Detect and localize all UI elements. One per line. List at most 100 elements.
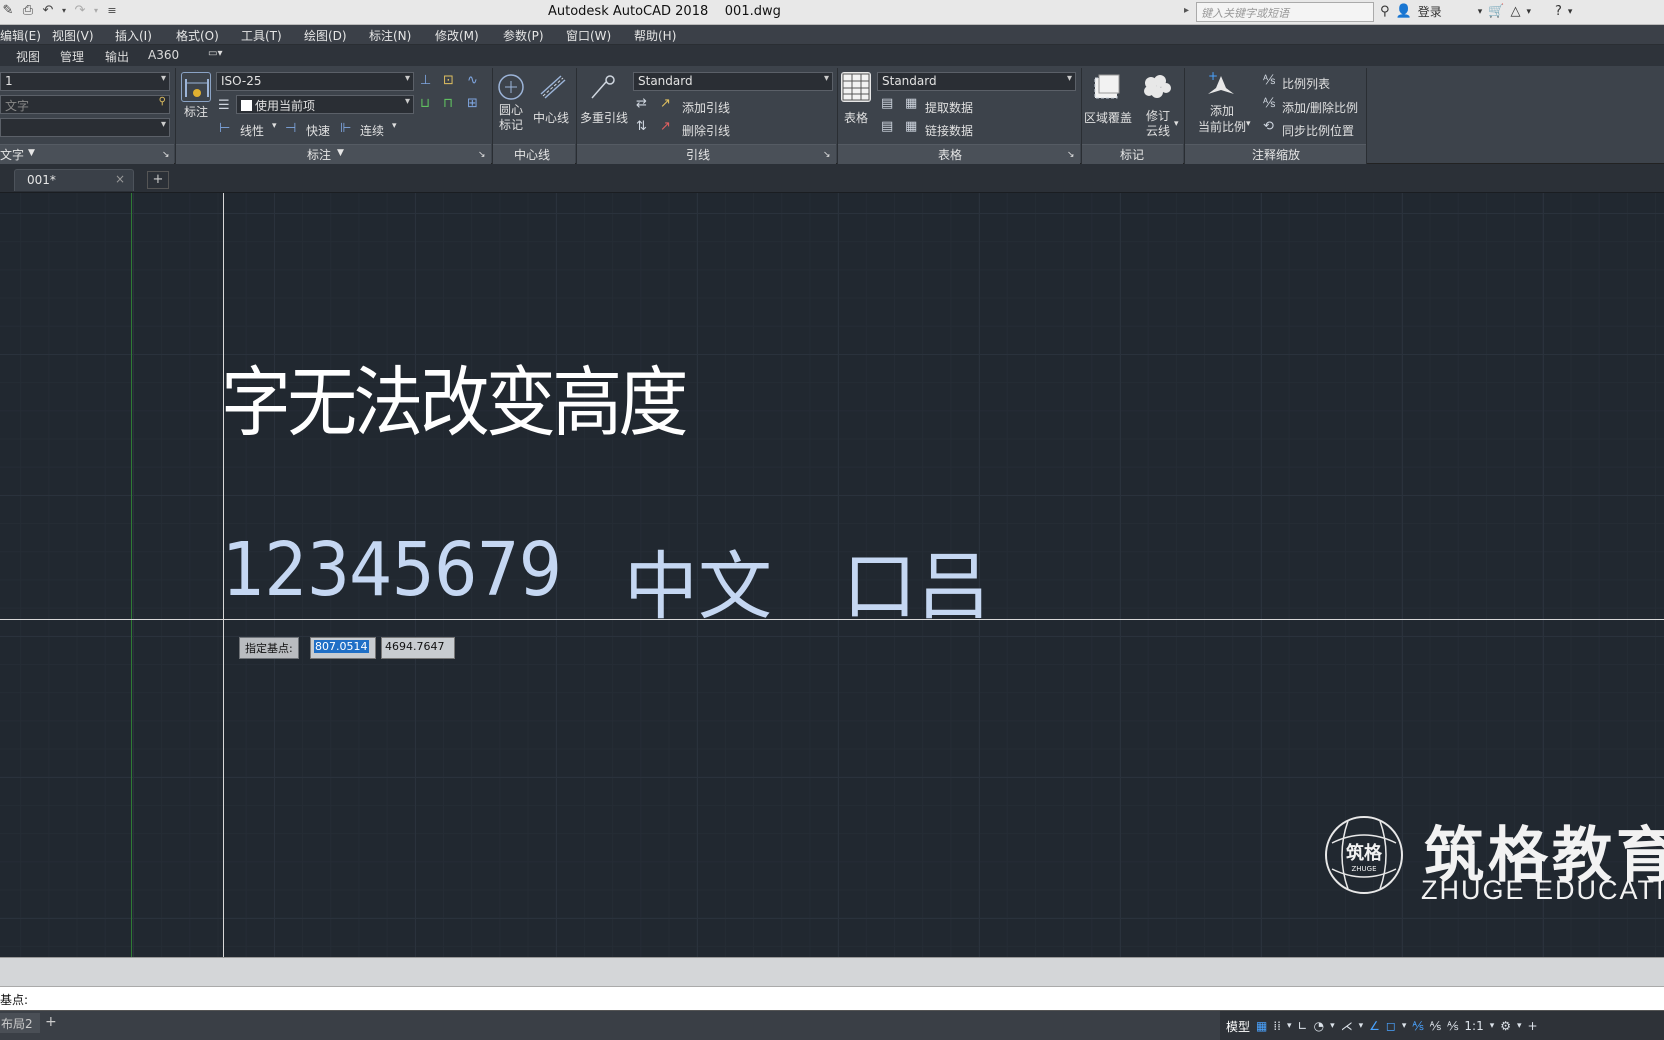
collect-leader-icon[interactable]: ⇅	[636, 120, 647, 133]
ortho-icon[interactable]: ∟	[1298, 1019, 1308, 1033]
extract-data-label[interactable]: 提取数据	[925, 99, 973, 116]
dim-style-select[interactable]: ISO-25 ▾	[216, 72, 414, 91]
dim-tool-5-icon[interactable]: ⊓	[443, 97, 453, 110]
link-data-icon[interactable]: ▦	[905, 120, 917, 133]
drawing-area[interactable]: 字无法改变高度 12345679 中文 口吕 指定基点: 807.0514 46…	[0, 193, 1664, 957]
remove-leader-icon[interactable]: ↗	[660, 120, 671, 133]
dimension-icon[interactable]	[181, 72, 211, 102]
linear-dim-label[interactable]: 线性	[240, 122, 264, 139]
menu-tools[interactable]: 工具(T)	[241, 27, 282, 44]
text-height-select[interactable]: ▾	[0, 118, 170, 137]
chevron-down-icon[interactable]: ▾	[1246, 119, 1251, 129]
ribbon-tab-view[interactable]: 视图	[16, 48, 40, 65]
add-current-scale-label[interactable]: 添加 当前比例	[1198, 103, 1246, 135]
text-panel-launcher-icon[interactable]: ↘	[162, 150, 170, 160]
markup-panel-title[interactable]: 标记	[1120, 146, 1144, 163]
centerline-label[interactable]: 中心线	[533, 109, 569, 126]
chevron-down-icon[interactable]: ▾	[1517, 1021, 1522, 1031]
menu-format[interactable]: 格式(O)	[176, 27, 219, 44]
chevron-down-icon[interactable]: ▾	[392, 121, 397, 131]
continue-dim-icon[interactable]: ⊩	[340, 122, 351, 135]
add-leader-label[interactable]: 添加引线	[682, 99, 730, 116]
login-button[interactable]: 登录	[1418, 3, 1442, 20]
menu-window[interactable]: 窗口(W)	[566, 27, 611, 44]
save-icon[interactable]: ✎	[0, 3, 16, 18]
revcloud-icon[interactable]	[1142, 72, 1172, 102]
linear-dim-icon[interactable]: ⊢	[219, 122, 230, 135]
revcloud-label[interactable]: 修订 云线	[1146, 109, 1170, 139]
file-tab[interactable]: 001* ×	[14, 169, 134, 191]
help-icon[interactable]: ?	[1555, 4, 1562, 19]
chevron-down-icon[interactable]: ▾	[1287, 1021, 1292, 1031]
extract-data-icon[interactable]: ▦	[905, 97, 917, 110]
help-dropdown-icon[interactable]: ▾	[1568, 7, 1573, 17]
auto-scale-icon[interactable]: ⅍	[1430, 1019, 1441, 1033]
text-panel-title-bar[interactable]	[0, 144, 174, 164]
menu-insert[interactable]: 插入(I)	[115, 27, 152, 44]
table-panel-launcher-icon[interactable]: ↘	[1067, 150, 1075, 160]
sync-scale-icon[interactable]: ⟲	[1263, 120, 1274, 133]
ribbon-tab-manage[interactable]: 管理	[60, 48, 84, 65]
model-space-toggle[interactable]: 模型	[1226, 1018, 1250, 1035]
undo-dropdown-icon[interactable]: ▾	[60, 6, 68, 15]
chevron-down-icon[interactable]: ▾	[1402, 1021, 1407, 1031]
quick-dim-icon[interactable]: ⊣	[285, 122, 296, 135]
snap-icon[interactable]: ⁞⁞	[1273, 1019, 1281, 1033]
customize-icon[interactable]: +	[1528, 1019, 1538, 1033]
dim-tool-4-icon[interactable]: ⊔	[420, 97, 430, 110]
wipeout-icon[interactable]	[1092, 72, 1122, 102]
menu-edit[interactable]: 编辑(E)	[0, 27, 41, 44]
chevron-down-icon[interactable]: ▼	[337, 148, 344, 158]
login-dropdown-icon[interactable]: ▾	[1478, 7, 1483, 17]
exchange-dropdown-icon[interactable]: ▾	[1526, 7, 1531, 17]
text-style-select[interactable]: 1 ▾	[0, 72, 170, 91]
undo-icon[interactable]: ↶	[40, 3, 56, 18]
binoculars-icon[interactable]: ⚲	[1380, 4, 1390, 19]
menu-help[interactable]: 帮助(H)	[634, 27, 676, 44]
add-remove-scale-icon[interactable]: ⅍	[1263, 97, 1275, 110]
leader-panel-title[interactable]: 引线	[686, 146, 710, 163]
dynamic-input-x-field[interactable]: 807.0514	[310, 637, 376, 659]
dynamic-input-y-field[interactable]: 4694.7647	[381, 637, 455, 659]
add-remove-scale-label[interactable]: 添加/删除比例	[1282, 99, 1358, 116]
dim-tool-1-icon[interactable]: ⊥	[420, 74, 431, 87]
command-line[interactable]: 基点:	[0, 986, 1664, 1010]
table-panel-title[interactable]: 表格	[938, 146, 962, 163]
table-style-select[interactable]: Standard ▾	[877, 72, 1076, 91]
annotation-visibility-icon[interactable]: ⅍	[1412, 1019, 1423, 1033]
close-icon[interactable]: ×	[115, 172, 125, 186]
link-data-label[interactable]: 链接数据	[925, 122, 973, 139]
sync-scale-label[interactable]: 同步比例位置	[1282, 122, 1354, 139]
table-tool-1-icon[interactable]: ▤	[881, 97, 893, 110]
ribbon-tab-output[interactable]: 输出	[105, 48, 129, 65]
annotation-scale-icon[interactable]: ⅍	[1447, 1019, 1458, 1033]
user-icon[interactable]: 👤	[1396, 4, 1412, 19]
grid-icon[interactable]: ▦	[1256, 1019, 1267, 1033]
menu-parametric[interactable]: 参数(P)	[503, 27, 544, 44]
find-text-input[interactable]: 文字 ⚲	[0, 95, 170, 114]
add-layout-icon[interactable]: +	[45, 1014, 57, 1030]
find-replace-icon[interactable]: ⚲	[159, 96, 166, 107]
scale-list-label[interactable]: 比例列表	[1282, 75, 1330, 92]
annoscale-panel-title[interactable]: 注释缩放	[1252, 146, 1300, 163]
continue-dim-label[interactable]: 连续	[360, 122, 384, 139]
ribbon-options-icon[interactable]: ▭▾	[208, 48, 222, 59]
new-tab-button[interactable]: +	[147, 171, 169, 189]
polar-icon[interactable]: ◔	[1314, 1019, 1324, 1033]
dim-tool-6-icon[interactable]: ⊞	[467, 97, 478, 110]
quick-dim-label[interactable]: 快速	[306, 122, 330, 139]
centerline-icon[interactable]	[537, 72, 567, 102]
add-current-scale-icon[interactable]: +	[1206, 69, 1236, 100]
layout-tab[interactable]: 布局2	[0, 1013, 40, 1033]
center-mark-icon[interactable]	[496, 72, 526, 102]
ribbon-tab-a360[interactable]: A360	[148, 48, 179, 62]
chevron-down-icon[interactable]: ▾	[1174, 119, 1179, 129]
align-leader-icon[interactable]: ⇄	[636, 97, 647, 110]
table-icon[interactable]	[841, 72, 871, 102]
chevron-down-icon[interactable]: ▾	[1359, 1021, 1364, 1031]
redo-dropdown-icon[interactable]: ▾	[92, 6, 100, 15]
table-label[interactable]: 表格	[844, 109, 868, 126]
menu-modify[interactable]: 修改(M)	[435, 27, 479, 44]
mleader-icon[interactable]	[588, 72, 618, 102]
osnap-icon[interactable]: ◻	[1386, 1019, 1396, 1033]
